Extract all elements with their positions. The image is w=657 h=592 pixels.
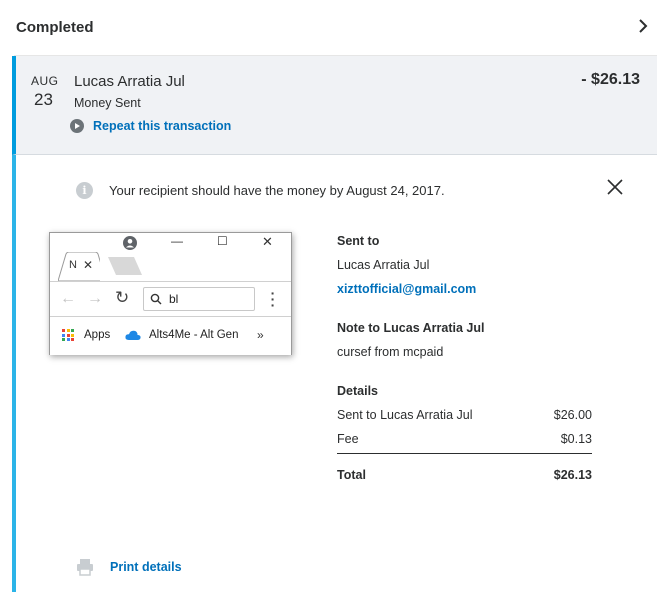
print-details-link[interactable]: Print details <box>76 558 182 576</box>
search-icon <box>150 293 162 305</box>
address-bar-text: bl <box>169 292 179 306</box>
address-bar[interactable]: bl <box>143 287 255 311</box>
total-value: $26.13 <box>553 468 592 482</box>
more-menu-icon[interactable]: · · · <box>270 286 276 312</box>
browser-titlebar: N ✕ — ☐ ✕ <box>50 233 291 281</box>
sent-to-section: Sent to Lucas Arratia Jul xizttofficial@… <box>337 234 592 296</box>
maximize-button[interactable]: ☐ <box>217 234 228 248</box>
details-row-value: $0.13 <box>560 432 592 446</box>
details-section: Details Sent to Lucas Arratia Jul $26.00… <box>337 384 592 482</box>
bookmarks-bar: Apps Alts4Me - Alt Gen » <box>50 318 291 355</box>
transaction-details-panel: i Your recipient should have the money b… <box>12 155 657 592</box>
close-icon[interactable] <box>605 177 625 197</box>
new-tab-button[interactable] <box>106 257 144 275</box>
transaction-recipient: Lucas Arratia Jul <box>74 73 185 90</box>
details-row-value: $26.00 <box>553 408 592 422</box>
print-details-label: Print details <box>110 560 182 574</box>
bookmark-alts4me[interactable]: Alts4Me - Alt Gen <box>125 329 238 341</box>
bookmark-label: Alts4Me - Alt Gen <box>149 329 239 341</box>
total-divider <box>337 453 592 454</box>
info-notice: i Your recipient should have the money b… <box>76 182 445 199</box>
recipient-email-link[interactable]: xizttofficial@gmail.com <box>337 282 592 296</box>
repeat-transaction-label: Repeat this transaction <box>93 119 232 133</box>
browser-tab[interactable] <box>58 252 100 281</box>
back-arrow-icon[interactable]: ← <box>60 290 76 308</box>
total-label: Total <box>337 468 366 482</box>
transaction-amount: - $26.13 <box>581 71 640 88</box>
printer-icon <box>77 559 93 576</box>
minimize-button[interactable]: — <box>171 234 183 248</box>
transaction-row[interactable]: AUG 23 Lucas Arratia Jul Money Sent - $2… <box>12 56 657 155</box>
transaction-day: 23 <box>34 90 53 109</box>
bookmark-label: Apps <box>84 329 111 341</box>
browser-toolbar: ← → ↻ bl · · · <box>50 281 291 317</box>
tab-close-icon[interactable]: ✕ <box>83 258 93 272</box>
sent-to-label: Sent to <box>337 234 380 248</box>
repeat-transaction-link[interactable]: Repeat this transaction <box>70 119 231 133</box>
note-label: Note to Lucas Arratia Jul <box>337 321 485 335</box>
window-close-button[interactable]: ✕ <box>262 234 273 250</box>
section-title: Completed <box>16 19 94 36</box>
apps-grid-icon <box>62 329 74 341</box>
browser-window[interactable]: N ✕ — ☐ ✕ ← → ↻ bl · · · Apps Alts4Me - … <box>49 232 292 355</box>
transaction-type: Money Sent <box>74 96 141 110</box>
details-row-label: Sent to Lucas Arratia Jul <box>337 408 473 422</box>
cloud-icon <box>125 330 141 340</box>
note-section: Note to Lucas Arratia Jul cursef from mc… <box>337 321 592 359</box>
details-row: Fee $0.13 <box>337 432 592 446</box>
more-bookmarks-chevron-icon[interactable]: » <box>257 328 264 342</box>
sent-to-name: Lucas Arratia Jul <box>337 258 430 272</box>
tab-title: N <box>69 259 77 271</box>
play-circle-icon <box>70 119 84 133</box>
transaction-month: AUG <box>31 74 59 88</box>
note-text: cursef from mcpaid <box>337 345 444 359</box>
details-row-label: Fee <box>337 432 359 446</box>
details-label: Details <box>337 384 378 398</box>
chevron-right-icon[interactable] <box>635 16 651 36</box>
profile-icon[interactable] <box>123 236 137 250</box>
total-row: Total $26.13 <box>337 468 592 482</box>
info-icon: i <box>76 182 93 199</box>
bookmark-apps[interactable]: Apps <box>62 329 110 341</box>
activity-header: Completed <box>0 0 657 56</box>
details-row: Sent to Lucas Arratia Jul $26.00 <box>337 408 592 422</box>
reload-icon[interactable]: ↻ <box>115 288 129 308</box>
forward-arrow-icon[interactable]: → <box>87 290 103 308</box>
info-text: Your recipient should have the money by … <box>109 183 445 198</box>
